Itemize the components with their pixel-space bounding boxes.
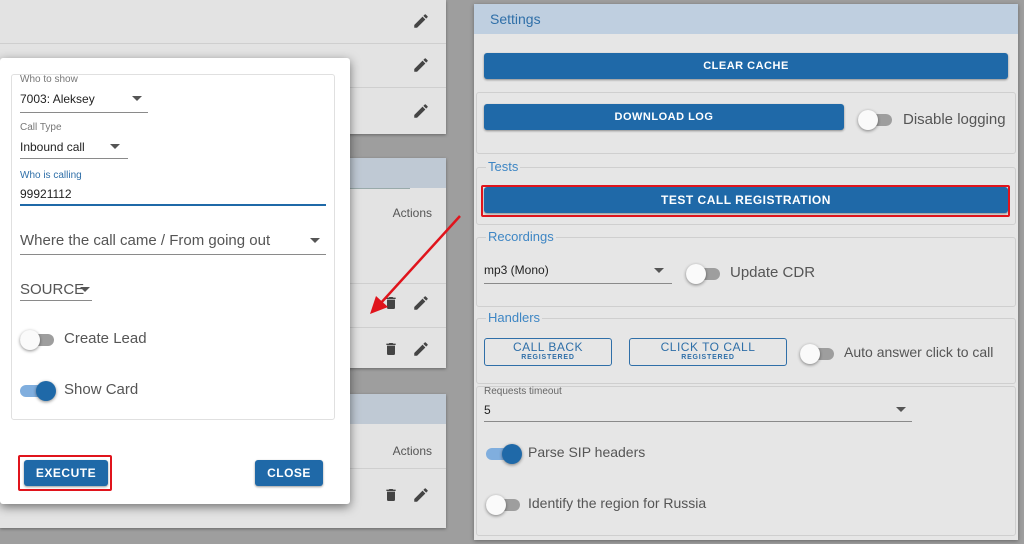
direction-underline (20, 254, 326, 255)
update-cdr-toggle[interactable] (686, 264, 720, 284)
call-simulation-dialog: Who to show 7003: Aleksey Call Type Inbo… (0, 58, 350, 504)
disable-logging-toggle[interactable] (858, 110, 892, 130)
show-card-label: Show Card (64, 381, 139, 398)
source-select[interactable]: SOURCE (20, 281, 84, 298)
pencil-icon[interactable] (412, 102, 430, 120)
direction-select[interactable]: Where the call came / From going out (20, 232, 270, 249)
tests-legend: Tests (486, 159, 521, 174)
call-back-status: REGISTERED (521, 354, 575, 361)
click-to-call-status: REGISTERED (681, 354, 735, 361)
pencil-icon[interactable] (412, 56, 430, 74)
who-to-show-label: Who to show (20, 74, 78, 85)
identify-region-label: Identify the region for Russia (528, 495, 707, 511)
call-back-label: CALL BACK (512, 340, 584, 354)
chevron-down-icon[interactable] (80, 287, 90, 292)
call-type-label: Call Type (20, 122, 62, 133)
chevron-down-icon[interactable] (896, 407, 906, 412)
parse-sip-label: Parse SIP headers (528, 444, 646, 460)
parse-sip-toggle[interactable] (486, 444, 522, 464)
source-underline (20, 300, 92, 301)
call-type-underline (20, 158, 128, 159)
download-log-button[interactable]: DOWNLOAD LOG (484, 104, 844, 130)
who-is-calling-input[interactable]: 99921112 (20, 187, 72, 201)
settings-title: Settings (474, 4, 1018, 34)
chevron-down-icon[interactable] (654, 268, 664, 273)
requests-timeout-underline (484, 421, 912, 422)
auto-answer-label: Auto answer click to call (844, 344, 994, 360)
who-is-calling-underline (20, 204, 326, 206)
chevron-down-icon[interactable] (132, 96, 142, 101)
recording-format-select[interactable]: mp3 (Mono) (484, 263, 549, 277)
trash-icon[interactable] (383, 486, 399, 504)
create-lead-toggle[interactable] (20, 330, 54, 350)
call-back-button[interactable]: CALL BACK REGISTERED (484, 338, 612, 366)
update-cdr-label: Update CDR (730, 264, 816, 281)
chevron-down-icon[interactable] (310, 238, 320, 243)
who-to-show-select[interactable]: 7003: Aleksey (20, 92, 95, 106)
click-to-call-button[interactable]: CLICK TO CALL REGISTERED (629, 338, 787, 366)
who-is-calling-label: Who is calling (20, 170, 82, 181)
handlers-legend: Handlers (486, 310, 543, 325)
call-type-select[interactable]: Inbound call (20, 140, 85, 154)
who-to-show-underline (20, 112, 148, 113)
pencil-icon[interactable] (412, 486, 430, 504)
recording-format-underline (484, 283, 672, 284)
click-to-call-label: CLICK TO CALL (660, 340, 756, 354)
table-row (0, 0, 446, 44)
show-card-toggle[interactable] (20, 381, 56, 401)
recordings-legend: Recordings (486, 229, 556, 244)
requests-timeout-select[interactable]: 5 (484, 403, 491, 417)
auto-answer-toggle[interactable] (800, 344, 834, 364)
close-button[interactable]: CLOSE (255, 460, 323, 486)
settings-panel: Settings CLEAR CACHE DOWNLOAD LOG Disabl… (474, 4, 1018, 540)
chevron-down-icon[interactable] (110, 144, 120, 149)
arrow-annotation (370, 215, 461, 314)
pencil-icon[interactable] (412, 340, 430, 358)
actions-header: Actions (392, 444, 432, 458)
trash-icon[interactable] (383, 340, 399, 358)
highlight-test-call-registration (481, 185, 1010, 217)
identify-region-toggle[interactable] (486, 495, 520, 515)
create-lead-label: Create Lead (64, 330, 147, 347)
highlight-execute (18, 455, 112, 491)
requests-section (476, 386, 1016, 536)
clear-cache-button[interactable]: CLEAR CACHE (484, 53, 1008, 79)
pencil-icon[interactable] (412, 12, 430, 30)
disable-logging-label: Disable logging (903, 111, 1006, 128)
requests-timeout-label: Requests timeout (484, 386, 562, 397)
